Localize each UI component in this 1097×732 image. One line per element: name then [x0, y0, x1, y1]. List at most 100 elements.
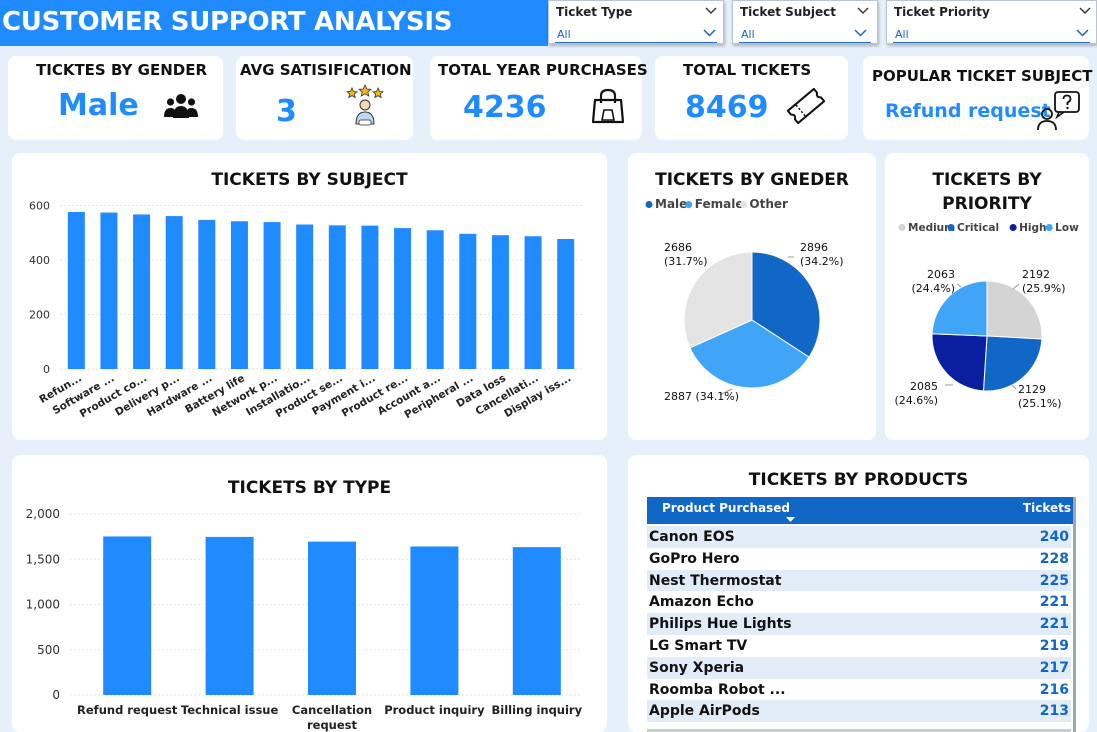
- legend-marker: [645, 201, 653, 208]
- ticket-count: 221: [1039, 594, 1069, 611]
- x-tick-label: Billing inquiry: [491, 703, 582, 717]
- chevron-down-icon[interactable]: [705, 7, 717, 15]
- data-label: 2085: [910, 380, 938, 393]
- pie-slice: [931, 333, 988, 392]
- kpi-card-tickets: TOTAL TICKETS 8469: [655, 56, 848, 140]
- slicer-underline: [739, 42, 871, 43]
- chevron-down-icon[interactable]: [857, 7, 869, 15]
- column-header-product[interactable]: Product Purchased: [662, 501, 790, 515]
- legend-marker: [898, 224, 906, 231]
- bar: [512, 547, 561, 695]
- table-row[interactable]: Sony Xperia 217: [647, 656, 1071, 679]
- x-tick-label: Cancellation: [292, 703, 372, 717]
- table-row[interactable]: Apple AirPods 213: [647, 700, 1071, 723]
- table-row[interactable]: Amazon Echo 221: [647, 591, 1071, 614]
- product-name: Amazon Echo: [649, 594, 754, 611]
- shopping-bag-icon: [591, 88, 625, 124]
- ticket-count: 228: [1039, 550, 1069, 567]
- chevron-down-icon[interactable]: [1079, 7, 1091, 15]
- chevron-down-icon[interactable]: [1076, 29, 1089, 37]
- legend-label: Critical: [957, 222, 999, 234]
- table-scrollbar[interactable]: [1073, 497, 1076, 732]
- slicer-value[interactable]: All: [741, 28, 755, 41]
- ticket-count: 213: [1039, 703, 1069, 720]
- data-label: 2129: [1018, 383, 1046, 396]
- bar: [308, 541, 356, 695]
- sort-down-icon[interactable]: [786, 517, 795, 523]
- kpi-label: AVG SATISIFICATION: [240, 61, 412, 79]
- y-tick-label: 500: [37, 643, 60, 657]
- table-row[interactable]: Philips Hue Lights 221: [647, 613, 1071, 636]
- table-row[interactable]: Nest Thermostat 225: [647, 569, 1071, 592]
- data-label: (34.2%): [800, 255, 844, 268]
- bar: [410, 546, 459, 695]
- chart-priority-plot: Medium Critical High Low2192(25.9%)2129(25.…: [894, 222, 1079, 410]
- bar: [198, 219, 216, 369]
- y-tick-label: 0: [52, 688, 60, 702]
- bar: [263, 222, 281, 369]
- product-name: Canon EOS: [649, 529, 735, 545]
- bar: [426, 230, 444, 369]
- data-label: 2063: [927, 268, 955, 281]
- ticket-count: 240: [1039, 529, 1069, 545]
- bar: [557, 238, 575, 369]
- bar: [361, 225, 379, 369]
- data-label: (31.7%): [664, 255, 708, 268]
- bar: [205, 536, 254, 695]
- ticket-count: 221: [1039, 616, 1069, 633]
- legend-label: Low: [1055, 222, 1079, 234]
- kpi-value: 4236: [463, 90, 547, 125]
- kpi-label: POPULAR TICKET SUBJECT: [872, 67, 1093, 85]
- slicer-label: Ticket Priority: [894, 5, 990, 19]
- kpi-card-popular-subject: POPULAR TICKET SUBJECT Refund request: [863, 56, 1093, 140]
- data-label: 2686: [664, 241, 692, 254]
- chevron-down-icon[interactable]: [854, 29, 867, 37]
- bar: [328, 225, 346, 369]
- bar: [394, 228, 412, 369]
- legend-marker: [947, 224, 955, 231]
- slicer-ticket-priority[interactable]: Ticket Priority All: [886, 0, 1097, 44]
- chart-type-plot: 0 500 1,000 1,500 2,000 Refund request Technic…: [26, 507, 583, 732]
- kpi-value: 3: [276, 94, 297, 129]
- kpi-card-purchases: TOTAL YEAR PURCHASES 4236: [430, 56, 648, 140]
- ticket-count: 216: [1039, 681, 1069, 698]
- slicer-underline: [893, 42, 1090, 43]
- table-row[interactable]: Canon EOS 240: [647, 526, 1071, 548]
- leader-line: [1012, 283, 1020, 290]
- table-row[interactable]: GoPro Hero 228: [647, 547, 1071, 570]
- table-row[interactable]: Roomba Robot ... 216: [647, 678, 1071, 701]
- x-tick-label: request: [307, 718, 358, 732]
- data-label: (25.1%): [1018, 397, 1062, 410]
- kpi-value: Male: [58, 88, 139, 123]
- legend-marker: [1045, 224, 1053, 231]
- slicer-label: Ticket Type: [556, 5, 633, 19]
- table-row[interactable]: LG Smart TV 219: [647, 635, 1071, 657]
- leader-line: [1011, 384, 1017, 390]
- product-name: LG Smart TV: [649, 638, 748, 654]
- legend-marker: [1009, 224, 1017, 231]
- slicer-value[interactable]: All: [895, 28, 909, 41]
- column-header-tickets[interactable]: Tickets: [1023, 501, 1071, 515]
- data-label: 2192: [1022, 268, 1050, 281]
- legend-marker: [739, 201, 747, 208]
- bar: [67, 211, 85, 369]
- slicer-label: Ticket Subject: [740, 5, 836, 19]
- chevron-down-icon[interactable]: [703, 29, 716, 37]
- chart-title: TICKETS BY PRODUCTS: [748, 470, 969, 490]
- slicer-underline: [555, 42, 717, 43]
- slicer-ticket-type[interactable]: Ticket Type All: [548, 0, 724, 44]
- kpi-card-satisfaction: AVG SATISIFICATION 3: [236, 56, 413, 140]
- data-label: (24.4%): [911, 282, 955, 295]
- product-name: Roomba Robot ...: [649, 681, 786, 698]
- legend-label: Other: [749, 197, 788, 211]
- leader-line: [956, 283, 962, 288]
- y-tick-label: 200: [29, 308, 50, 321]
- legend-label: Male: [655, 197, 687, 211]
- slicer-ticket-subject[interactable]: Ticket Subject All: [732, 0, 878, 44]
- product-name: Apple AirPods: [649, 703, 760, 720]
- data-label: 2887 (34.1%): [664, 390, 739, 403]
- bar: [100, 212, 118, 369]
- slicer-value[interactable]: All: [557, 28, 571, 41]
- y-tick-label: 1,500: [26, 552, 60, 566]
- bar: [491, 235, 509, 369]
